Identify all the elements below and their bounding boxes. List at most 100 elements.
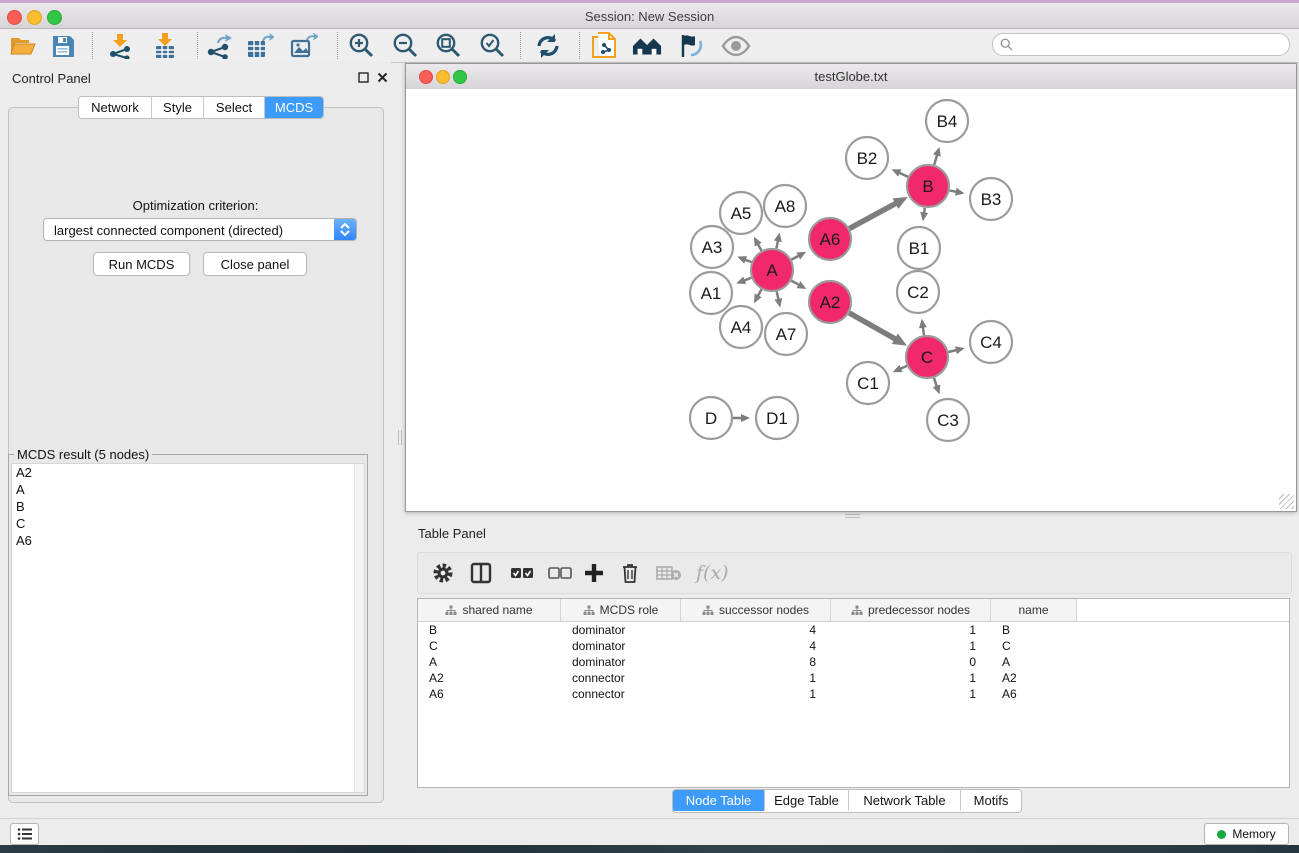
table-cell[interactable]: B: [418, 622, 561, 638]
edge-A-A8[interactable]: [776, 240, 778, 248]
flag-toggle-button[interactable]: [675, 31, 705, 60]
edge-C-C4[interactable]: [948, 350, 957, 352]
table-cell[interactable]: dominator: [561, 638, 681, 654]
table-cell[interactable]: connector: [561, 670, 681, 686]
table-cell[interactable]: 8: [681, 654, 831, 670]
mcds-result-item[interactable]: B: [12, 498, 364, 515]
graph-node-A5[interactable]: A5: [720, 192, 762, 234]
table-cell[interactable]: 1: [831, 638, 991, 654]
network-window-titlebar[interactable]: testGlobe.txt: [406, 64, 1296, 90]
graph-node-B3[interactable]: B3: [970, 178, 1012, 220]
mcds-result-item[interactable]: A6: [12, 532, 364, 549]
tab-node-table[interactable]: Node Table: [673, 790, 765, 811]
edge-A-A5[interactable]: [758, 244, 762, 251]
table-cell[interactable]: A: [991, 654, 1077, 670]
table-row[interactable]: A6connector11A6: [418, 686, 1289, 702]
table-cell[interactable]: connector: [561, 686, 681, 702]
mcds-result-item[interactable]: C: [12, 515, 364, 532]
node-table[interactable]: shared nameMCDS rolesuccessor nodesprede…: [417, 598, 1290, 788]
import-network-button[interactable]: [105, 31, 135, 60]
scrollbar-track[interactable]: [354, 464, 364, 792]
graph-node-C[interactable]: C: [906, 336, 948, 378]
table-cell[interactable]: 1: [831, 670, 991, 686]
graph-node-D1[interactable]: D1: [756, 397, 798, 439]
graph-node-A2[interactable]: A2: [809, 281, 851, 323]
table-cell[interactable]: A6: [418, 686, 561, 702]
edge-B-B3[interactable]: [950, 190, 957, 191]
table-cell[interactable]: 1: [681, 686, 831, 702]
table-row[interactable]: Adominator80A: [418, 654, 1289, 670]
memory-button[interactable]: Memory: [1204, 823, 1289, 845]
zoom-fit-button[interactable]: [433, 31, 463, 60]
delete-table-button[interactable]: [656, 559, 682, 587]
edge-B-B4[interactable]: [934, 155, 937, 165]
table-cell[interactable]: dominator: [561, 654, 681, 670]
zoom-selected-button[interactable]: [477, 31, 507, 60]
horizontal-splitter-grip[interactable]: [845, 513, 860, 518]
zoom-in-button[interactable]: [346, 31, 376, 60]
column-header-name[interactable]: name: [991, 599, 1077, 621]
mcds-result-item[interactable]: A: [12, 481, 364, 498]
run-mcds-button[interactable]: Run MCDS: [93, 252, 190, 276]
graph-node-B4[interactable]: B4: [926, 100, 968, 142]
table-cell[interactable]: 4: [681, 638, 831, 654]
column-header-MCDS-role[interactable]: MCDS role: [561, 599, 681, 621]
graph-node-B[interactable]: B: [907, 165, 949, 207]
edge-A2-C[interactable]: [849, 313, 896, 339]
graph-node-A8[interactable]: A8: [764, 185, 806, 227]
column-header-successor-nodes[interactable]: successor nodes: [681, 599, 831, 621]
graph-node-B2[interactable]: B2: [846, 137, 888, 179]
edge-C-C3[interactable]: [934, 378, 937, 387]
edge-A-A7[interactable]: [777, 291, 779, 299]
task-history-button[interactable]: [10, 823, 39, 845]
network-graph[interactable]: B4B2BB3A8A5A6A3B1AA1C2A2A4A7C4CC1C3DD1: [406, 89, 1296, 511]
tab-style[interactable]: Style: [152, 97, 204, 118]
tab-edge-table[interactable]: Edge Table: [765, 790, 849, 811]
float-panel-icon[interactable]: [357, 72, 369, 84]
edge-A-A3[interactable]: [745, 260, 752, 263]
table-cell[interactable]: A2: [418, 670, 561, 686]
edge-C-C1[interactable]: [900, 366, 907, 369]
home-button[interactable]: [632, 31, 662, 60]
export-network-button[interactable]: [203, 31, 233, 60]
add-column-button[interactable]: [584, 559, 604, 587]
split-columns-button[interactable]: [470, 559, 492, 587]
graph-node-A7[interactable]: A7: [765, 313, 807, 355]
close-panel-button[interactable]: Close panel: [203, 252, 307, 276]
eye-toggle-button[interactable]: [721, 31, 751, 60]
graph-node-A1[interactable]: A1: [690, 272, 732, 314]
tab-network-table[interactable]: Network Table: [849, 790, 961, 811]
tab-mcds[interactable]: MCDS: [265, 97, 323, 118]
table-cell[interactable]: 1: [831, 686, 991, 702]
graph-node-A6[interactable]: A6: [809, 218, 851, 260]
table-row[interactable]: Bdominator41B: [418, 622, 1289, 638]
table-cell[interactable]: 0: [831, 654, 991, 670]
show-all-columns-button[interactable]: [510, 559, 534, 587]
network-canvas[interactable]: B4B2BB3A8A5A6A3B1AA1C2A2A4A7C4CC1C3DD1: [406, 89, 1296, 511]
delete-column-button[interactable]: [620, 559, 640, 587]
table-cell[interactable]: A: [418, 654, 561, 670]
apply-layout-button[interactable]: [533, 31, 563, 60]
table-cell[interactable]: 4: [681, 622, 831, 638]
table-cell[interactable]: A6: [991, 686, 1077, 702]
edge-A6-B[interactable]: [849, 203, 896, 228]
close-panel-icon[interactable]: [376, 72, 388, 84]
tab-motifs[interactable]: Motifs: [961, 790, 1021, 811]
graph-node-A4[interactable]: A4: [720, 306, 762, 348]
graph-node-B1[interactable]: B1: [898, 227, 940, 269]
hide-all-columns-button[interactable]: [548, 559, 572, 587]
table-cell[interactable]: 1: [681, 670, 831, 686]
edge-C-C2[interactable]: [923, 327, 924, 336]
edge-B-B2[interactable]: [899, 173, 908, 177]
save-session-button[interactable]: [48, 31, 78, 60]
mcds-result-item[interactable]: A2: [12, 464, 364, 481]
graph-node-C4[interactable]: C4: [970, 321, 1012, 363]
table-settings-button[interactable]: [432, 559, 454, 587]
table-cell[interactable]: dominator: [561, 622, 681, 638]
graph-node-D[interactable]: D: [690, 397, 732, 439]
mcds-result-list[interactable]: A2ABCA6: [11, 463, 365, 793]
tab-network[interactable]: Network: [79, 97, 152, 118]
table-cell[interactable]: B: [991, 622, 1077, 638]
import-table-button[interactable]: [150, 31, 180, 60]
edge-A-A1[interactable]: [744, 278, 752, 281]
